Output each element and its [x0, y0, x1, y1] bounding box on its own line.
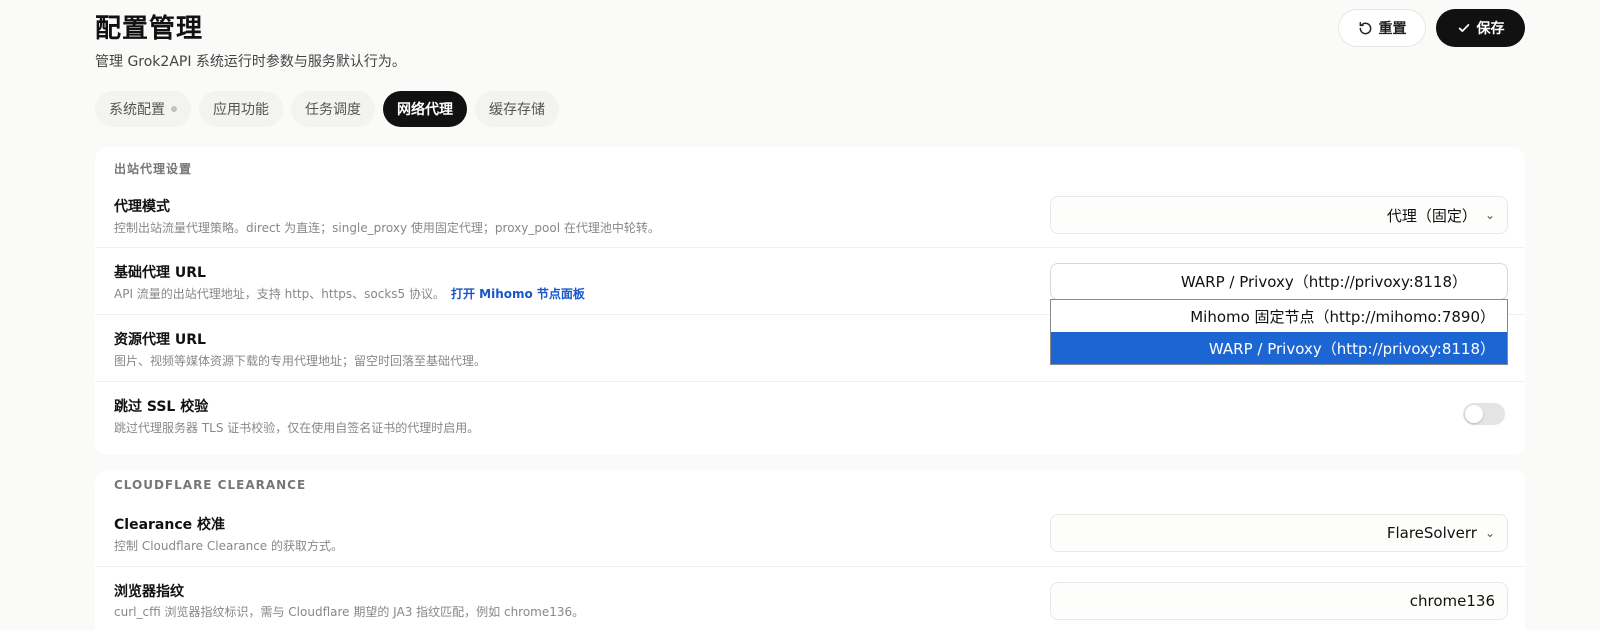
- save-label: 保存: [1476, 21, 1505, 37]
- select-value: 代理（固定）: [1386, 206, 1477, 225]
- row-desc: 控制出站流量代理策略。direct 为直连；single_proxy 使用固定代…: [114, 221, 660, 235]
- skip-ssl-row: 跳过 SSL 校验 跳过代理服务器 TLS 证书校验，仅在使用自签名证书的代理时…: [95, 381, 1525, 455]
- page-title: 配置管理: [95, 14, 204, 44]
- tab-label: 网络代理: [397, 102, 453, 118]
- tab-network-proxy[interactable]: 网络代理: [383, 91, 467, 127]
- base-proxy-select[interactable]: WARP / Privoxy（http://privoxy:8118）: [1050, 263, 1508, 300]
- row-desc: curl_cffi 浏览器指纹标识，需与 Cloudflare 期望的 JA3 …: [114, 605, 585, 619]
- section-title: CLOUDFLARE CLEARANCE: [114, 478, 307, 492]
- header-actions: 重置 保存: [1338, 9, 1525, 47]
- proxy-mode-select[interactable]: 代理（固定） ⌄: [1050, 196, 1508, 234]
- input-value: chrome136: [1409, 592, 1495, 610]
- row-desc: API 流量的出站代理地址，支持 http、https、socks5 协议。 打开…: [114, 285, 585, 302]
- unsaved-dot: [171, 106, 177, 112]
- tab-label: 应用功能: [213, 102, 269, 118]
- section-title: 出站代理设置: [114, 162, 193, 176]
- fingerprint-input[interactable]: chrome136: [1050, 582, 1508, 620]
- base-proxy-dropdown: Mihomo 固定节点（http://mihomo:7890） WARP / P…: [1050, 299, 1508, 365]
- fingerprint-row: 浏览器指纹 curl_cffi 浏览器指纹标识，需与 Cloudflare 期望…: [95, 566, 1525, 630]
- select-value: FlareSolverr: [1386, 524, 1477, 542]
- tab-features[interactable]: 应用功能: [199, 91, 283, 127]
- mihomo-panel-link[interactable]: 打开 Mihomo 节点面板: [451, 287, 585, 301]
- clearance-select[interactable]: FlareSolverr ⌄: [1050, 514, 1508, 552]
- refresh-icon: [1359, 21, 1371, 34]
- toggle-knob: [1465, 405, 1483, 423]
- chevron-down-icon: ⌄: [1484, 526, 1495, 540]
- desc-text: API 流量的出站代理地址，支持 http、https、socks5 协议。: [114, 287, 445, 301]
- page-subtitle: 管理 Grok2API 系统运行时参数与服务默认行为。: [95, 54, 406, 70]
- tab-system[interactable]: 系统配置: [95, 91, 191, 127]
- row-label: 基础代理 URL: [114, 265, 206, 281]
- tab-label: 系统配置: [109, 102, 165, 118]
- select-value: WARP / Privoxy（http://privoxy:8118）: [1180, 273, 1467, 291]
- dropdown-option-warp[interactable]: WARP / Privoxy（http://privoxy:8118）: [1051, 332, 1507, 364]
- reset-button[interactable]: 重置: [1338, 9, 1426, 47]
- check-icon: [1458, 24, 1469, 32]
- dropdown-option-mihomo[interactable]: Mihomo 固定节点（http://mihomo:7890）: [1051, 300, 1507, 332]
- save-button[interactable]: 保存: [1436, 9, 1525, 47]
- row-label: 浏览器指纹: [114, 584, 184, 600]
- row-desc: 跳过代理服务器 TLS 证书校验，仅在使用自签名证书的代理时启用。: [114, 421, 480, 435]
- tab-label: 缓存存储: [489, 102, 545, 118]
- proxy-mode-row: 代理模式 控制出站流量代理策略。direct 为直连；single_proxy …: [95, 183, 1525, 247]
- tab-cache-storage[interactable]: 缓存存储: [475, 91, 559, 127]
- proxy-settings-card: 出站代理设置 代理模式 控制出站流量代理策略。direct 为直连；single…: [95, 147, 1525, 455]
- row-label: 资源代理 URL: [114, 332, 206, 348]
- config-tabs: 系统配置 应用功能 任务调度 网络代理 缓存存储: [95, 91, 567, 127]
- row-desc: 图片、视频等媒体资源下载的专用代理地址；留空时回落至基础代理。: [114, 354, 487, 368]
- page-header: 配置管理 管理 Grok2API 系统运行时参数与服务默认行为。: [95, 8, 406, 71]
- cloudflare-card: CLOUDFLARE CLEARANCE Clearance 校准 控制 Clo…: [95, 470, 1525, 630]
- tab-scheduler[interactable]: 任务调度: [291, 91, 375, 127]
- row-label: 代理模式: [114, 199, 170, 215]
- reset-label: 重置: [1378, 21, 1407, 37]
- row-label: Clearance 校准: [114, 517, 226, 533]
- skip-ssl-toggle[interactable]: [1463, 403, 1505, 425]
- tab-label: 任务调度: [305, 102, 361, 118]
- row-label: 跳过 SSL 校验: [114, 399, 209, 415]
- row-desc: 控制 Cloudflare Clearance 的获取方式。: [114, 539, 344, 553]
- chevron-down-icon: ⌄: [1484, 208, 1495, 222]
- clearance-row: Clearance 校准 控制 Cloudflare Clearance 的获取…: [95, 502, 1525, 566]
